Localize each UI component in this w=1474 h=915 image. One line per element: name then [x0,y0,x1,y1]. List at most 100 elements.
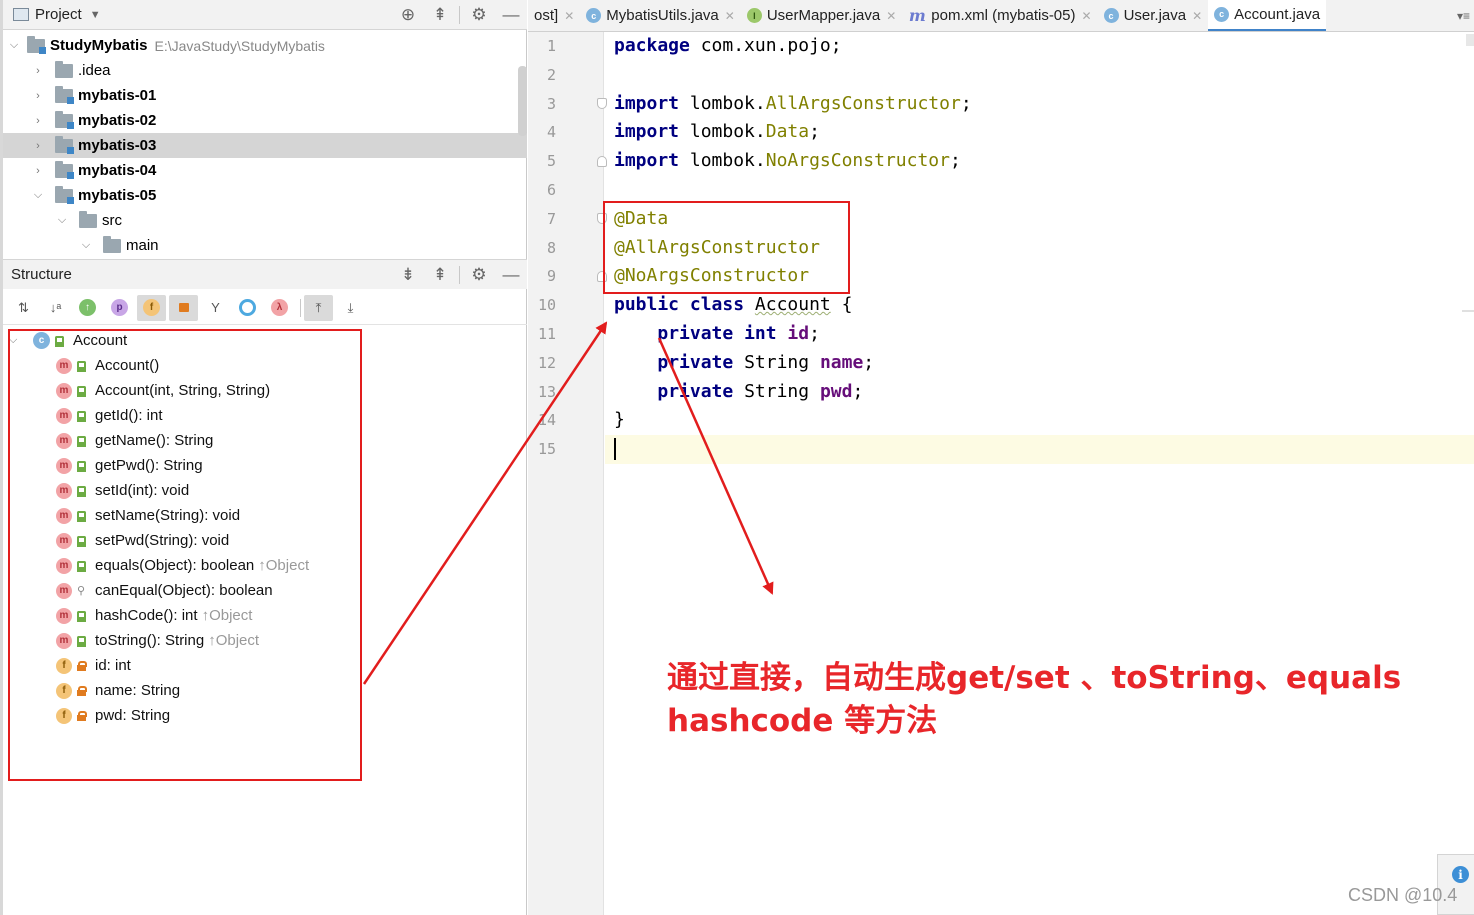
chevron-right-icon[interactable]: › [31,65,45,77]
module-folder-icon [55,185,74,204]
line-number[interactable]: 6 [528,176,556,205]
tree-item-label: mybatis-02 [78,112,157,129]
show-non-public-icon[interactable] [169,294,198,321]
chevron-down-icon[interactable]: ⌵ [7,39,21,52]
lambda-icon[interactable]: λ [265,295,294,321]
tab-pom-xml[interactable]: m pom.xml (mybatis-05) ✕ [902,0,1097,31]
chevron-right-icon[interactable]: › [31,90,45,102]
editor-tab-bar: ost] ✕ c MybatisUtils.java ✕ I UserMapper.… [528,0,1474,32]
tab-label: MybatisUtils.java [606,7,719,24]
close-icon[interactable]: ✕ [1082,9,1092,23]
tree-item-label: main [126,237,159,254]
show-inherited-icon[interactable]: ↑ [73,295,102,321]
autoscroll-to-source-icon[interactable]: ⤒ [304,294,333,321]
show-properties-icon[interactable]: p [105,295,134,321]
tree-item-main[interactable]: ⌵ main [3,233,515,257]
annotation-line-1: 通过直接，自动生成get/set 、toString、equals [667,660,1402,696]
tab-usermapper[interactable]: I UserMapper.java ✕ [741,0,902,31]
tree-item-label: mybatis-04 [78,162,157,179]
line-number[interactable]: 13 [528,378,556,407]
hide-icon[interactable]: — [495,0,527,30]
project-view-icon [13,8,29,21]
code-line-4: import lombok.Data; [614,121,820,143]
structure-panel-title: Structure [11,266,72,283]
code-line-13: private String pwd; [657,380,864,402]
tab-mybatisutils[interactable]: c MybatisUtils.java ✕ [580,0,741,31]
tree-item-src[interactable]: ⌵ src [3,208,515,233]
tree-item-mybatis-04[interactable]: › mybatis-04 [3,158,515,183]
tree-item-label: src [102,212,122,229]
chevron-right-icon[interactable]: › [31,165,45,177]
module-folder-icon [55,160,74,179]
line-number[interactable]: 9 [528,262,556,291]
line-number[interactable]: 8 [528,234,556,263]
chevron-down-icon[interactable]: ⌵ [55,214,69,227]
sort-alphabetically-icon[interactable]: ↓ᵃ [41,295,70,321]
gear-icon[interactable]: ⚙ [463,0,495,30]
line-number[interactable]: 4 [528,118,556,147]
line-number[interactable]: 1 [528,32,556,61]
line-number[interactable]: 7 [528,205,556,234]
show-lambdas-icon[interactable] [233,295,262,321]
toolbar-separator [459,266,460,284]
show-anonymous-icon[interactable]: Y [201,295,230,321]
code-line-1: package com.xun.pojo; [614,35,842,56]
tree-item-root[interactable]: ⌵ StudyMybatis E:\JavaStudy\StudyMybatis [3,33,515,58]
collapse-all-icon[interactable]: ⇞ [424,0,456,30]
text-caret [614,438,616,461]
folder-icon [55,60,73,78]
tab-user[interactable]: c User.java ✕ [1098,0,1209,31]
line-number[interactable]: 10 [528,291,556,320]
close-icon[interactable]: ✕ [1192,9,1202,23]
expand-all-icon[interactable]: ⇟ [392,260,424,290]
close-icon[interactable]: ✕ [725,9,735,23]
gear-icon[interactable]: ⚙ [463,260,495,290]
tab-ost[interactable]: ost] ✕ [528,0,580,31]
code-line-10: public class Account { [614,294,853,316]
tree-item-label: .idea [78,62,111,79]
show-fields-icon[interactable]: f [137,294,166,321]
highlight-box-annotations [603,201,850,294]
error-stripe-marker[interactable] [1466,34,1474,46]
tree-item-label: mybatis-03 [78,137,157,154]
info-icon: i [1452,866,1469,883]
tree-item-mybatis-01[interactable]: › mybatis-01 [3,83,515,108]
autoscroll-from-source-icon[interactable]: ⤓ [336,295,365,321]
project-panel-title[interactable]: Project [35,6,82,23]
tree-item-mybatis-03[interactable]: › mybatis-03 [3,133,527,158]
tab-label: Account.java [1234,5,1321,23]
tree-item-mybatis-05[interactable]: ⌵ mybatis-05 [3,183,515,208]
line-number[interactable]: 5 [528,147,556,176]
chevron-down-icon[interactable]: ⌵ [31,189,45,202]
code-editor[interactable]: package com.xun.pojo; import lombok.AllA… [605,32,1474,915]
tree-item-label: mybatis-01 [78,87,157,104]
line-number[interactable]: 15 [528,435,556,464]
line-number[interactable]: 12 [528,349,556,378]
line-number[interactable]: 3 [528,90,556,119]
chevron-right-icon[interactable]: › [31,115,45,127]
folder-icon [103,235,121,253]
code-line-15 [605,435,1474,464]
tab-account[interactable]: c Account.java [1208,0,1327,31]
hide-icon[interactable]: — [495,260,527,290]
tree-scrollbar[interactable] [518,66,527,136]
sort-by-type-icon[interactable]: ⇅ [9,295,38,321]
line-number[interactable]: 11 [528,320,556,349]
chevron-down-icon[interactable]: ▼ [90,9,101,21]
structure-panel-header: Structure ⇟ ⇞ ⚙ — [3,259,527,289]
tree-item-mybatis-02[interactable]: › mybatis-02 [3,108,515,133]
line-number[interactable]: 2 [528,61,556,90]
tab-label: ost] [534,7,559,24]
annotation-text: 通过直接，自动生成get/set 、toString、equals hashco… [667,657,1457,743]
chevron-right-icon[interactable]: › [31,140,45,152]
tree-item-idea[interactable]: › .idea [3,58,515,83]
project-panel-header: Project ▼ ⊕ ⇞ ⚙ — [3,0,527,30]
close-icon[interactable]: ✕ [564,9,574,23]
collapse-all-icon[interactable]: ⇞ [424,260,456,290]
line-number[interactable]: 14 [528,406,556,435]
tab-list-icon[interactable]: ▾≡ [1457,9,1474,23]
chevron-down-icon[interactable]: ⌵ [79,239,93,252]
module-folder-icon [55,85,74,104]
locate-icon[interactable]: ⊕ [392,0,424,30]
close-icon[interactable]: ✕ [886,9,896,23]
